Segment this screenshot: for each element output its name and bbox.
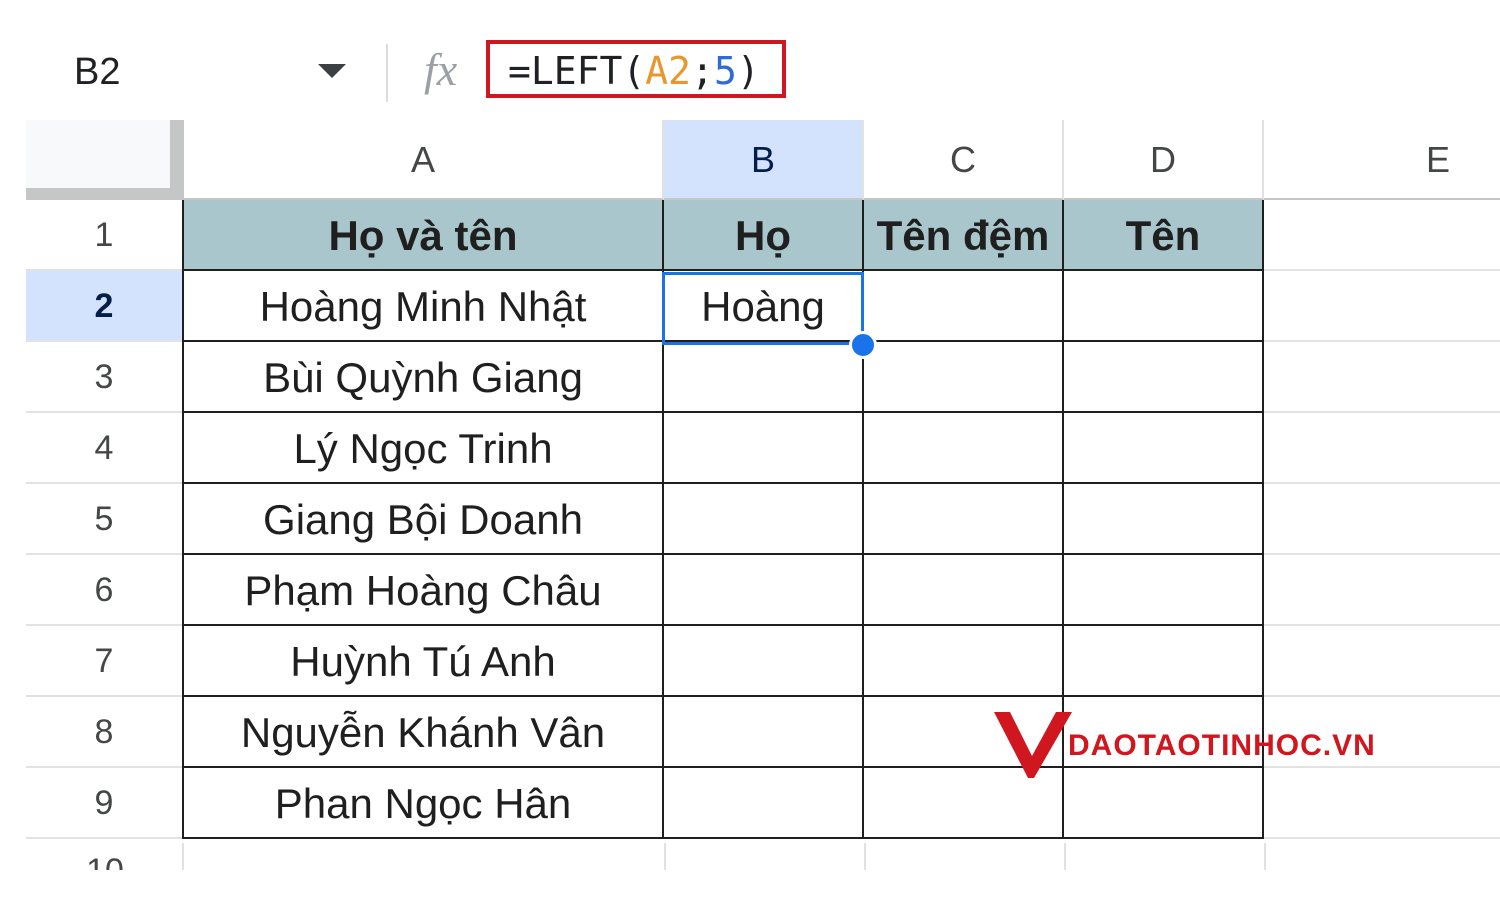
column-header-a[interactable]: A — [184, 120, 664, 200]
cell-a4[interactable]: Lý Ngọc Trinh — [182, 413, 664, 484]
gridline — [182, 843, 184, 870]
cell-e9[interactable] — [1264, 768, 1500, 839]
row-header-4[interactable]: 4 — [26, 413, 184, 484]
cell-a2[interactable]: Hoàng Minh Nhật — [182, 271, 664, 342]
partial-row-10: 10 — [26, 843, 1500, 870]
cell-b9[interactable] — [664, 768, 864, 839]
cell-e1[interactable] — [1264, 200, 1500, 271]
cell-b3[interactable] — [664, 342, 864, 413]
row-header-7[interactable]: 7 — [26, 626, 184, 697]
cell-e2[interactable] — [1264, 271, 1500, 342]
formula-number: 5 — [713, 49, 737, 93]
cell-d1[interactable]: Tên — [1064, 200, 1264, 271]
fill-handle[interactable] — [849, 331, 877, 359]
column-header-d[interactable]: D — [1064, 120, 1264, 200]
formula-bar-divider — [386, 44, 388, 102]
watermark-logo-icon — [994, 712, 1072, 778]
cell-d4[interactable] — [1064, 413, 1264, 484]
cell-c3[interactable] — [864, 342, 1064, 413]
cell-c5[interactable] — [864, 484, 1064, 555]
row-header-1[interactable]: 1 — [26, 200, 184, 271]
fx-icon: fx — [424, 44, 458, 95]
cell-b5[interactable] — [664, 484, 864, 555]
formula-suffix: ) — [736, 49, 760, 93]
cell-e6[interactable] — [1264, 555, 1500, 626]
watermark-text: DAOTAOTINHOC.VN — [1068, 729, 1376, 762]
row-header-9[interactable]: 9 — [26, 768, 184, 839]
cell-d6[interactable] — [1064, 555, 1264, 626]
cell-e4[interactable] — [1264, 413, 1500, 484]
cell-b2[interactable]: Hoàng — [664, 271, 864, 342]
cell-c1[interactable]: Tên đệm — [864, 200, 1064, 271]
gridline — [1064, 843, 1066, 870]
row-header-8[interactable]: 8 — [26, 697, 184, 768]
formula-separator: ; — [691, 49, 714, 93]
formula-input[interactable]: =LEFT(A2;5) — [508, 46, 760, 96]
cell-b4[interactable] — [664, 413, 864, 484]
cell-d2[interactable] — [1064, 271, 1264, 342]
row-header-2[interactable]: 2 — [26, 271, 184, 342]
gridline — [664, 843, 666, 870]
cell-e7[interactable] — [1264, 626, 1500, 697]
cell-c6[interactable] — [864, 555, 1064, 626]
name-box-dropdown-icon[interactable] — [318, 64, 346, 78]
cell-e5[interactable] — [1264, 484, 1500, 555]
cell-b1[interactable]: Họ — [664, 200, 864, 271]
row-header-3[interactable]: 3 — [26, 342, 184, 413]
gridline — [864, 843, 866, 870]
cell-a6[interactable]: Phạm Hoàng Châu — [182, 555, 664, 626]
row-header-5[interactable]: 5 — [26, 484, 184, 555]
cell-a8[interactable]: Nguyễn Khánh Vân — [182, 697, 664, 768]
cell-a3[interactable]: Bùi Quỳnh Giang — [182, 342, 664, 413]
column-header-e[interactable]: E — [1264, 120, 1500, 200]
cell-d9[interactable] — [1064, 768, 1264, 839]
gridline — [1264, 843, 1266, 870]
row-header-10[interactable]: 10 — [26, 851, 184, 870]
cell-d3[interactable] — [1064, 342, 1264, 413]
cell-b8[interactable] — [664, 697, 864, 768]
cell-e3[interactable] — [1264, 342, 1500, 413]
formula-reference: A2 — [645, 49, 692, 93]
column-header-c[interactable]: C — [864, 120, 1064, 200]
cell-d7[interactable] — [1064, 626, 1264, 697]
cell-a1[interactable]: Họ và tên — [182, 200, 664, 271]
cell-a7[interactable]: Huỳnh Tú Anh — [182, 626, 664, 697]
cell-d5[interactable] — [1064, 484, 1264, 555]
cell-c4[interactable] — [864, 413, 1064, 484]
formula-prefix: =LEFT( — [508, 49, 646, 93]
row-header-6[interactable]: 6 — [26, 555, 184, 626]
cell-b6[interactable] — [664, 555, 864, 626]
cell-a5[interactable]: Giang Bội Doanh — [182, 484, 664, 555]
cell-a9[interactable]: Phan Ngọc Hân — [182, 768, 664, 839]
column-header-b[interactable]: B — [664, 120, 864, 200]
cell-c2[interactable] — [864, 271, 1064, 342]
cell-c7[interactable] — [864, 626, 1064, 697]
cell-b7[interactable] — [664, 626, 864, 697]
name-box[interactable]: B2 — [74, 46, 120, 98]
